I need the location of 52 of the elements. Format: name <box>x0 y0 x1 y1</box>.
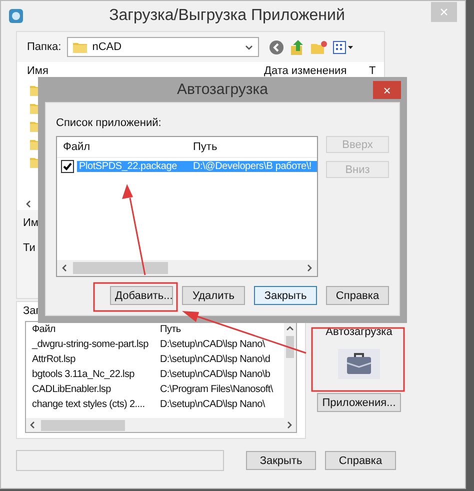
startup-label: Автозагрузка <box>326 326 392 338</box>
scroll-left-icon[interactable] <box>29 421 37 429</box>
path-cell-text: D:\setup\nCAD\lsp Nano\ <box>160 399 266 410</box>
file-cell[interactable]: bgtools 3.11a_Nc_22.lsp <box>32 369 160 380</box>
briefcase-icon <box>346 353 372 375</box>
startup-button[interactable] <box>338 349 380 379</box>
folder-dropdown[interactable]: nCAD <box>67 37 260 57</box>
scroll-right-icon[interactable] <box>305 264 313 272</box>
view-menu-icon[interactable] <box>333 40 354 54</box>
column-header[interactable]: Путь <box>193 141 317 153</box>
dialog-button[interactable]: Закрыть <box>254 286 317 305</box>
dialog-button[interactable]: Удалить <box>182 286 245 305</box>
scroll-thumb[interactable] <box>73 262 168 274</box>
folder-up-icon[interactable] <box>290 40 306 54</box>
file-name-label: Им <box>23 216 38 228</box>
checkbox[interactable] <box>61 160 74 172</box>
column-header[interactable]: Файл <box>32 324 160 335</box>
file-type-label: Ти <box>23 242 36 254</box>
dialog-button[interactable]: Добавить... <box>110 286 173 305</box>
path-cell-text: D:\setup\nCAD\lsp Nano\ <box>160 339 266 350</box>
close-button[interactable]: Закрыть <box>246 451 316 470</box>
column-header[interactable]: Файл <box>63 141 193 153</box>
folder-icon <box>73 41 88 53</box>
scroll-thumb[interactable] <box>41 420 125 430</box>
file-cell[interactable]: _dwgru-string-some-part.lsp <box>32 339 160 350</box>
back-icon[interactable] <box>269 40 284 54</box>
close-button[interactable]: × <box>373 81 401 99</box>
folder-label: Папка: <box>27 41 62 53</box>
help-button[interactable]: Справка <box>325 451 396 470</box>
path-cell-text: D:\setup\nCAD\lsp Nano\d <box>160 354 272 365</box>
applications-button[interactable]: Приложения... <box>317 393 401 412</box>
scroll-right-icon[interactable] <box>285 421 293 429</box>
path-cell-text: C:\Program Files\Nanosoft\ <box>160 384 274 395</box>
dialog-button[interactable]: Справка <box>326 286 389 305</box>
column-header[interactable]: Имя <box>27 65 264 77</box>
app-icon <box>9 9 23 23</box>
dropdown-caret-icon[interactable] <box>245 43 254 51</box>
scroll-thumb[interactable] <box>286 336 294 358</box>
column-header[interactable]: Т <box>369 65 376 77</box>
scroll-left-icon[interactable] <box>61 264 69 272</box>
path-cell-text: D:\setup\nCAD\lsp Nano\b <box>160 369 272 380</box>
file-cell[interactable]: CADLibEnabler.lsp <box>32 384 160 395</box>
list-label: Список приложений: <box>56 117 162 129</box>
scroll-left-icon[interactable] <box>25 200 33 208</box>
new-folder-icon[interactable] <box>311 40 328 54</box>
column-header[interactable]: Дата изменения <box>264 65 369 77</box>
dialog-title: Автозагрузка <box>176 81 269 98</box>
window-title: Загрузка/Выгрузка Приложений <box>108 7 346 25</box>
file-cell[interactable]: AttrRot.lsp <box>32 354 160 365</box>
column-header[interactable]: Путь <box>160 324 284 335</box>
file-cell[interactable]: change text styles (cts) 2.... <box>32 399 160 410</box>
scroll-up-icon[interactable] <box>286 325 294 333</box>
